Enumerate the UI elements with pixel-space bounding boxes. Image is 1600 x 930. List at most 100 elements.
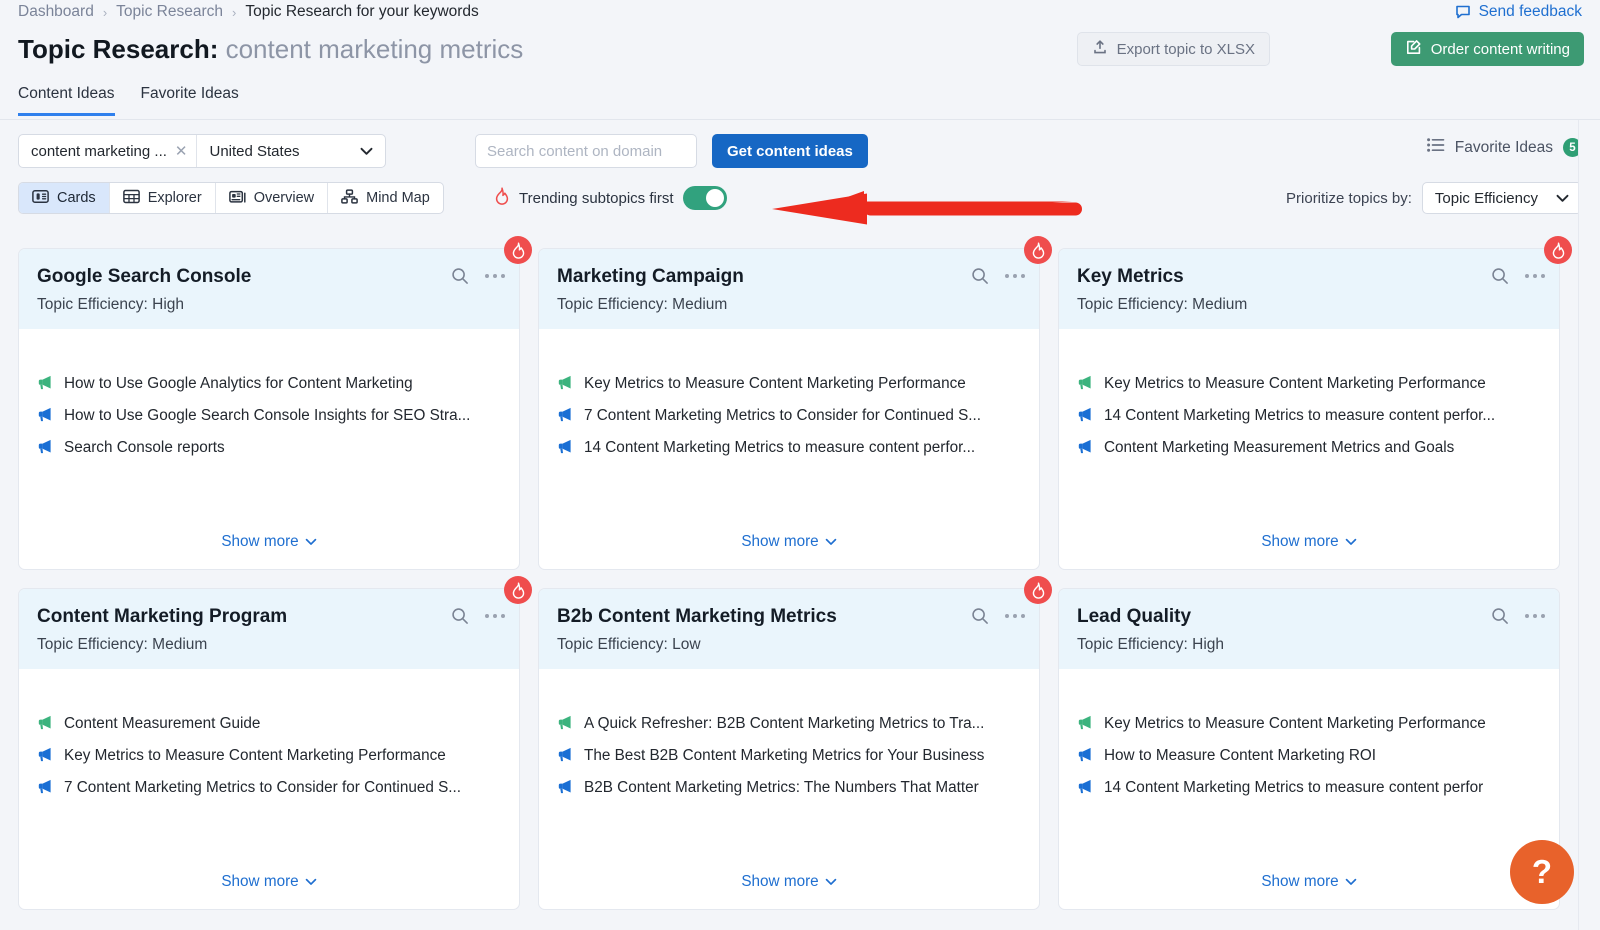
search-icon[interactable] <box>451 267 469 285</box>
search-icon[interactable] <box>1491 267 1509 285</box>
topic-efficiency-value: High <box>152 296 185 313</box>
topic-card[interactable]: Content Marketing Program Topic Efficienc… <box>18 576 532 910</box>
show-more-label: Show more <box>1261 533 1339 550</box>
trending-subtopics-label: Trending subtopics first <box>519 189 674 207</box>
search-content-on-domain-input[interactable] <box>475 134 697 168</box>
topic-card-header: Google Search Console Topic Efficiency: H… <box>19 249 519 329</box>
show-more-button[interactable]: Show more <box>1059 873 1559 909</box>
content-idea-label: How to Use Google Search Console Insight… <box>64 407 471 424</box>
more-options-icon[interactable] <box>485 614 505 618</box>
breadcrumb-item-current: Topic Research for your keywords <box>245 3 479 20</box>
topic-card-actions <box>1491 607 1545 625</box>
keyword-value: content marketing ... <box>31 142 167 160</box>
content-idea-item[interactable]: 7 Content Marketing Metrics to Consider … <box>557 405 1021 426</box>
megaphone-icon <box>557 407 573 422</box>
content-idea-item[interactable]: The Best B2B Content Marketing Metrics f… <box>557 745 1021 766</box>
megaphone-icon <box>37 779 53 794</box>
content-idea-item[interactable]: Key Metrics to Measure Content Marketing… <box>37 745 501 766</box>
country-select[interactable]: United States <box>197 135 384 167</box>
content-idea-item[interactable]: Content Measurement Guide <box>37 713 501 734</box>
prioritize-select[interactable]: Topic Efficiency <box>1421 182 1582 214</box>
get-content-ideas-button[interactable]: Get content ideas <box>712 134 868 168</box>
content-idea-item[interactable]: B2B Content Marketing Metrics: The Numbe… <box>557 777 1021 798</box>
page-title-prefix: Topic Research: <box>18 34 219 64</box>
show-more-label: Show more <box>741 533 819 550</box>
more-options-icon[interactable] <box>1525 614 1545 618</box>
breadcrumb-item-dashboard[interactable]: Dashboard <box>18 3 94 21</box>
view-mode-mind-map[interactable]: Mind Map <box>328 183 443 213</box>
megaphone-icon <box>557 375 573 390</box>
topic-card-actions <box>971 267 1025 285</box>
upload-icon <box>1092 39 1108 59</box>
content-idea-item[interactable]: A Quick Refresher: B2B Content Marketing… <box>557 713 1021 734</box>
topic-card-body: Key Metrics to Measure Content Marketing… <box>539 329 1039 533</box>
topic-card[interactable]: B2b Content Marketing Metrics Topic Effic… <box>538 576 1052 910</box>
page-title: Topic Research: content marketing metric… <box>18 32 523 66</box>
content-idea-item[interactable]: Search Console reports <box>37 437 501 458</box>
show-more-button[interactable]: Show more <box>539 873 1039 909</box>
tab-content-ideas[interactable]: Content Ideas <box>18 84 115 116</box>
toggle-knob <box>705 189 724 207</box>
breadcrumb-item-topic-research[interactable]: Topic Research <box>116 3 223 21</box>
help-button[interactable]: ? <box>1510 840 1574 904</box>
megaphone-icon <box>37 747 53 762</box>
content-idea-item[interactable]: Key Metrics to Measure Content Marketing… <box>1077 713 1541 734</box>
more-options-icon[interactable] <box>1525 274 1545 278</box>
content-idea-item[interactable]: 7 Content Marketing Metrics to Consider … <box>37 777 501 798</box>
topic-efficiency-label: Topic Efficiency: <box>37 296 148 313</box>
more-options-icon[interactable] <box>1005 274 1025 278</box>
topic-efficiency-label: Topic Efficiency: <box>557 296 668 313</box>
content-idea-label: 14 Content Marketing Metrics to measure … <box>584 439 976 456</box>
export-topic-button[interactable]: Export topic to XLSX <box>1076 32 1270 66</box>
order-content-writing-button[interactable]: Order content writing <box>1390 32 1584 66</box>
trending-badge <box>1544 236 1572 264</box>
list-icon <box>1426 138 1445 157</box>
more-options-icon[interactable] <box>1005 614 1025 618</box>
search-icon[interactable] <box>451 607 469 625</box>
content-idea-item[interactable]: Key Metrics to Measure Content Marketing… <box>557 373 1021 394</box>
show-more-button[interactable]: Show more <box>19 533 519 569</box>
send-feedback-link[interactable]: Send feedback <box>1455 0 1582 24</box>
topic-card[interactable]: Lead Quality Topic Efficiency: High Key Me… <box>1058 588 1560 910</box>
more-options-icon[interactable] <box>485 274 505 278</box>
content-idea-label: Content Marketing Measurement Metrics an… <box>1104 439 1455 456</box>
trending-badge <box>1024 236 1052 264</box>
breadcrumb: Dashboard › Topic Research › Topic Resea… <box>18 0 479 24</box>
content-idea-item[interactable]: How to Use Google Analytics for Content … <box>37 373 501 394</box>
search-icon[interactable] <box>971 607 989 625</box>
show-more-label: Show more <box>1261 873 1339 890</box>
chevron-down-icon <box>1345 873 1357 891</box>
content-idea-item[interactable]: 14 Content Marketing Metrics to measure … <box>1077 777 1541 798</box>
clear-keyword-icon[interactable]: ✕ <box>175 144 188 159</box>
vertical-scrollbar[interactable] <box>1578 120 1600 930</box>
topic-card-header: Lead Quality Topic Efficiency: High <box>1059 589 1559 669</box>
compose-icon <box>1405 39 1422 60</box>
content-idea-item[interactable]: 14 Content Marketing Metrics to measure … <box>1077 405 1541 426</box>
topic-card[interactable]: Marketing Campaign Topic Efficiency: Medi… <box>538 236 1052 570</box>
breadcrumb-separator-icon: › <box>232 4 237 20</box>
tab-favorite-ideas[interactable]: Favorite Ideas <box>141 84 239 116</box>
search-icon[interactable] <box>1491 607 1509 625</box>
topic-card[interactable]: Google Search Console Topic Efficiency: H… <box>18 236 532 570</box>
trending-badge <box>1024 576 1052 604</box>
view-mode-overview[interactable]: Overview <box>216 183 329 213</box>
content-idea-item[interactable]: Content Marketing Measurement Metrics an… <box>1077 437 1541 458</box>
keyword-input[interactable]: content marketing ... ✕ <box>19 135 198 167</box>
show-more-button[interactable]: Show more <box>1059 533 1559 569</box>
trending-subtopics-toggle[interactable] <box>682 186 727 210</box>
show-more-button[interactable]: Show more <box>539 533 1039 569</box>
search-icon[interactable] <box>971 267 989 285</box>
view-mode-cards[interactable]: Cards <box>19 183 110 213</box>
topic-efficiency-value: Low <box>672 636 701 653</box>
favorite-ideas-link[interactable]: Favorite Ideas 5 <box>1426 138 1582 157</box>
topic-efficiency: Topic Efficiency: Medium <box>1077 295 1541 315</box>
content-idea-item[interactable]: How to Use Google Search Console Insight… <box>37 405 501 426</box>
content-idea-item[interactable]: How to Measure Content Marketing ROI <box>1077 745 1541 766</box>
content-idea-label: The Best B2B Content Marketing Metrics f… <box>584 747 985 764</box>
topic-card[interactable]: Key Metrics Topic Efficiency: Medium Key M… <box>1058 236 1572 570</box>
show-more-label: Show more <box>741 873 819 890</box>
content-idea-item[interactable]: 14 Content Marketing Metrics to measure … <box>557 437 1021 458</box>
content-idea-item[interactable]: Key Metrics to Measure Content Marketing… <box>1077 373 1541 394</box>
show-more-button[interactable]: Show more <box>19 873 519 909</box>
view-mode-explorer[interactable]: Explorer <box>110 183 216 213</box>
